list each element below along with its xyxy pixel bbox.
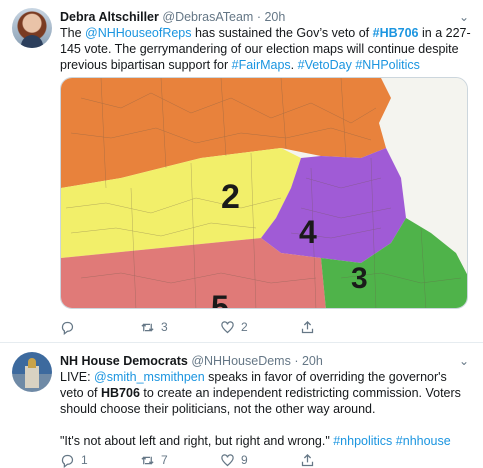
author-name[interactable]: Debra Altschiller xyxy=(60,10,159,24)
tweet-text: The @NHHouseofReps has sustained the Gov… xyxy=(60,25,472,73)
hashtag-link[interactable]: #nhpolitics xyxy=(333,434,392,448)
reply-count: 1 xyxy=(81,453,88,467)
timestamp[interactable]: 20h xyxy=(302,354,323,368)
retweet-count: 3 xyxy=(161,320,168,334)
map-label-5: 5 xyxy=(211,289,229,309)
tweet-actions: 1 7 9 xyxy=(60,452,380,468)
like-button[interactable]: 9 xyxy=(220,452,300,468)
like-count: 9 xyxy=(241,453,248,467)
author-handle[interactable]: @DebrasATeam xyxy=(162,10,253,24)
hashtag-link[interactable]: #HB706 xyxy=(373,26,419,40)
quote-text: "It's not about left and right, but righ… xyxy=(60,434,334,448)
heart-icon xyxy=(221,320,234,333)
retweet-icon xyxy=(141,455,154,465)
tweet-actions: 3 2 xyxy=(60,319,380,335)
avatar[interactable] xyxy=(12,352,52,392)
chevron-down-icon[interactable]: ⌄ xyxy=(459,9,469,25)
bill-name: HB706 xyxy=(101,386,140,400)
tweet-header: Debra Altschiller @DebrasATeam · 20h xyxy=(60,9,285,25)
chevron-down-icon[interactable]: ⌄ xyxy=(459,353,469,369)
share-button[interactable] xyxy=(300,319,380,335)
text-part: LIVE: xyxy=(60,370,95,384)
retweet-button[interactable]: 3 xyxy=(140,319,220,335)
reply-icon xyxy=(61,321,74,335)
tweet-header: NH House Democrats @NHHouseDems · 20h xyxy=(60,353,323,369)
timestamp[interactable]: 20h xyxy=(264,10,285,24)
hashtag-link[interactable]: #NHPolitics xyxy=(355,58,420,72)
mention-link[interactable]: @NHHouseofReps xyxy=(85,26,191,40)
map-label-4: 4 xyxy=(299,214,317,250)
heart-icon xyxy=(221,453,234,466)
hashtag-link[interactable]: #FairMaps xyxy=(232,58,291,72)
author-name[interactable]: NH House Democrats xyxy=(60,354,188,368)
tweet-debra-altschiller[interactable]: Debra Altschiller @DebrasATeam · 20h ⌄ T… xyxy=(0,0,483,343)
tweet-text: LIVE: @smith_msmithpen speaks in favor o… xyxy=(60,369,472,417)
tweet-quote: "It's not about left and right, but righ… xyxy=(60,433,472,449)
like-button[interactable]: 2 xyxy=(220,319,300,335)
reply-icon xyxy=(61,454,74,468)
like-count: 2 xyxy=(241,320,248,334)
share-icon xyxy=(301,453,314,466)
district-map-image[interactable]: 2 4 3 5 xyxy=(60,77,468,309)
separator: · xyxy=(294,354,299,368)
reply-button[interactable]: 1 xyxy=(60,452,140,468)
retweet-button[interactable]: 7 xyxy=(140,452,220,468)
text-part: . xyxy=(290,58,298,72)
author-handle[interactable]: @NHHouseDems xyxy=(191,354,291,368)
mention-link[interactable]: @smith_msmithpen xyxy=(94,370,205,384)
hashtag-link[interactable]: #nhhouse xyxy=(396,434,451,448)
share-button[interactable] xyxy=(300,452,380,468)
retweet-icon xyxy=(141,322,154,332)
hashtag-link[interactable]: #VetoDay xyxy=(298,58,352,72)
retweet-count: 7 xyxy=(161,453,168,467)
map-label-2: 2 xyxy=(221,178,240,216)
reply-button[interactable] xyxy=(60,319,140,335)
text-part: has sustained the Gov’s veto of xyxy=(191,26,373,40)
separator: · xyxy=(256,10,261,24)
avatar[interactable] xyxy=(12,8,52,48)
text-part: The xyxy=(60,26,86,40)
share-icon xyxy=(301,320,314,333)
map-label-3: 3 xyxy=(351,262,368,295)
